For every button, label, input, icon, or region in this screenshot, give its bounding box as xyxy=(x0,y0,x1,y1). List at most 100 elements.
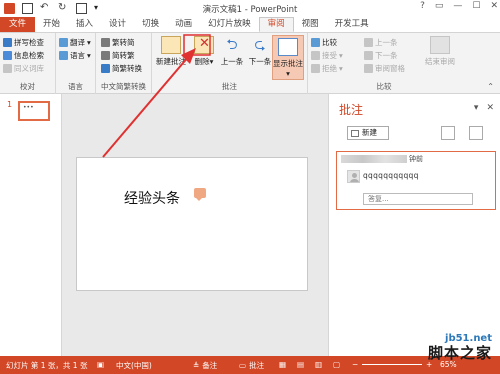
new-comment-icon xyxy=(161,36,181,54)
pane-next-button[interactable] xyxy=(469,126,483,140)
tab-file[interactable]: 文件 xyxy=(0,17,36,32)
slide-thumbnails-pane: 1 ••• xyxy=(0,94,62,356)
notes-icon: ≜ xyxy=(193,361,200,370)
show-comments-icon xyxy=(278,38,298,56)
language-button[interactable]: 语言 ▾ xyxy=(59,50,91,61)
to-simplified-icon xyxy=(101,38,110,47)
tab-review[interactable]: 审阅 xyxy=(258,17,294,32)
research-button[interactable]: 信息检索 xyxy=(3,50,44,61)
thesaurus-button[interactable]: 同义词库 xyxy=(3,63,44,74)
convert-icon xyxy=(101,64,110,73)
show-comments-button[interactable]: 显示批注 ▾ xyxy=(272,35,304,80)
reviewing-pane-button[interactable]: 审阅窗格 xyxy=(364,63,405,74)
slideshow-view-icon[interactable]: ▢ xyxy=(333,360,340,369)
group-label-language: 语言 xyxy=(68,82,83,91)
tab-insert[interactable]: 插入 xyxy=(68,17,101,32)
translate-icon xyxy=(59,38,68,47)
group-language: 翻译 ▾ 语言 ▾ 语言 xyxy=(56,33,96,94)
compare-button[interactable]: 比较 xyxy=(311,37,337,48)
zoom-out-icon[interactable]: − xyxy=(352,360,358,369)
normal-view-icon[interactable]: ▦ xyxy=(279,360,286,369)
author-name-blurred xyxy=(341,155,407,163)
dropdown-icon: ▾ xyxy=(339,64,343,73)
new-comment-button[interactable]: 新建批注 xyxy=(155,36,187,74)
end-review-button[interactable]: 结束审阅 xyxy=(420,36,460,74)
language-status[interactable]: 中文(中国) xyxy=(116,360,152,371)
collapse-ribbon-icon[interactable]: ⌃ xyxy=(487,82,494,91)
ribbon-tabs: 文件 开始 插入 设计 切换 动画 幻灯片放映 审阅 视图 开发工具 xyxy=(0,17,500,32)
slide-editor: 经验头条 xyxy=(62,94,328,356)
slide-text-box[interactable]: 经验头条 xyxy=(124,188,180,208)
reading-view-icon[interactable]: ▥ xyxy=(315,360,322,369)
comment-time: 钟前 xyxy=(409,155,423,163)
comments-toggle[interactable]: ▭ 批注 xyxy=(239,360,264,371)
pane-close-icon[interactable]: ✕ xyxy=(486,103,494,113)
previous-comment-icon: ⮌ xyxy=(226,37,238,53)
minimize-icon[interactable]: — xyxy=(453,1,462,11)
reply-input[interactable] xyxy=(363,193,473,205)
compare-icon xyxy=(311,38,320,47)
reject-icon xyxy=(311,64,320,73)
new-comment-pane-button[interactable]: 新建 xyxy=(347,126,389,140)
reject-button[interactable]: 拒绝 ▾ xyxy=(311,63,343,74)
comment-marker-icon[interactable] xyxy=(194,188,206,201)
to-traditional-button[interactable]: 简转繁 xyxy=(101,50,135,61)
thesaurus-icon xyxy=(3,64,12,73)
slide-thumbnail[interactable]: ••• xyxy=(18,101,50,121)
close-icon[interactable]: ✕ xyxy=(490,1,498,11)
ribbon-display-icon[interactable]: ▭ xyxy=(435,1,444,11)
comment-card[interactable]: 钟前 qqqqqqqqqqq xyxy=(336,151,496,210)
comment-text[interactable]: qqqqqqqqqqq xyxy=(363,171,419,180)
slide-canvas[interactable]: 经验头条 xyxy=(76,157,308,291)
compare-next-button[interactable]: 下一条 xyxy=(364,50,398,61)
status-bar: 幻灯片 第 1 张，共 1 张 ▣ 中文(中国) ≜ 备注 ▭ 批注 ▦ ▤ ▥ ▢… xyxy=(0,356,500,374)
convert-button[interactable]: 简繁转换 xyxy=(101,63,142,74)
tab-home[interactable]: 开始 xyxy=(35,17,68,32)
compare-prev-button[interactable]: 上一条 xyxy=(364,37,398,48)
tab-transitions[interactable]: 切换 xyxy=(134,17,167,32)
group-label-compare: 比较 xyxy=(376,82,392,91)
previous-comment-button[interactable]: ⮌ 上一条 xyxy=(218,36,246,74)
next-comment-icon: ⮎ xyxy=(254,37,266,53)
maximize-icon[interactable]: ☐ xyxy=(472,1,480,11)
next-comment-button[interactable]: ⮎ 下一条 xyxy=(246,36,274,74)
end-review-icon xyxy=(430,36,450,54)
to-simplified-button[interactable]: 繁转简 xyxy=(101,37,135,48)
dropdown-icon: ▾ xyxy=(87,51,91,60)
dropdown-icon: ▾ xyxy=(87,38,91,47)
slide-info: 幻灯片 第 1 张，共 1 张 xyxy=(6,361,88,370)
tab-animations[interactable]: 动画 xyxy=(167,17,200,32)
to-traditional-icon xyxy=(101,51,110,60)
title-bar: ↶ ↻ ▾ 演示文稿1 - PowerPoint ? ▭ — ☐ ✕ xyxy=(0,0,500,17)
ribbon: 拼写检查 信息检索 同义词库 校对 翻译 ▾ 语言 ▾ 语言 繁转简 简转繁 简繁转… xyxy=(0,32,500,94)
thumbnail-text: ••• xyxy=(23,104,34,111)
comments-pane-title: 批注 xyxy=(339,103,364,117)
tab-view[interactable]: 视图 xyxy=(294,17,327,32)
zoom-slider[interactable] xyxy=(362,364,422,365)
dropdown-icon: ▾ xyxy=(339,51,343,60)
accept-button[interactable]: 接受 ▾ xyxy=(311,50,343,61)
group-label-chinese-conversion: 中文简繁转换 xyxy=(101,82,146,91)
tab-developer[interactable]: 开发工具 xyxy=(327,17,377,32)
pane-options-icon[interactable]: ▾ xyxy=(474,103,479,113)
delete-comment-icon: ✕ xyxy=(194,36,214,54)
delete-comment-button[interactable]: ✕ 删除▾ xyxy=(190,36,218,74)
pane-previous-button[interactable] xyxy=(441,126,455,140)
compare-next-icon xyxy=(364,51,373,60)
group-label-comments: 批注 xyxy=(222,82,237,91)
accept-icon xyxy=(311,51,320,60)
slide-number: 1 xyxy=(7,100,13,109)
avatar xyxy=(347,170,360,183)
notes-toggle[interactable]: ≜ 备注 xyxy=(193,360,217,371)
help-icon[interactable]: ? xyxy=(420,1,425,11)
spelling-status-icon[interactable]: ▣ xyxy=(97,360,104,369)
tab-slideshow[interactable]: 幻灯片放映 xyxy=(200,17,259,32)
translate-button[interactable]: 翻译 ▾ xyxy=(59,37,91,48)
slide-sorter-icon[interactable]: ▤ xyxy=(297,360,304,369)
group-proofing: 拼写检查 信息检索 同义词库 校对 xyxy=(0,33,56,94)
tab-design[interactable]: 设计 xyxy=(101,17,134,32)
spelling-button[interactable]: 拼写检查 xyxy=(3,37,44,48)
dropdown-icon: ▾ xyxy=(286,69,290,78)
group-chinese-conversion: 繁转简 简转繁 简繁转换 中文简繁转换 xyxy=(96,33,152,94)
window-controls: ? ▭ — ☐ ✕ xyxy=(420,1,498,11)
